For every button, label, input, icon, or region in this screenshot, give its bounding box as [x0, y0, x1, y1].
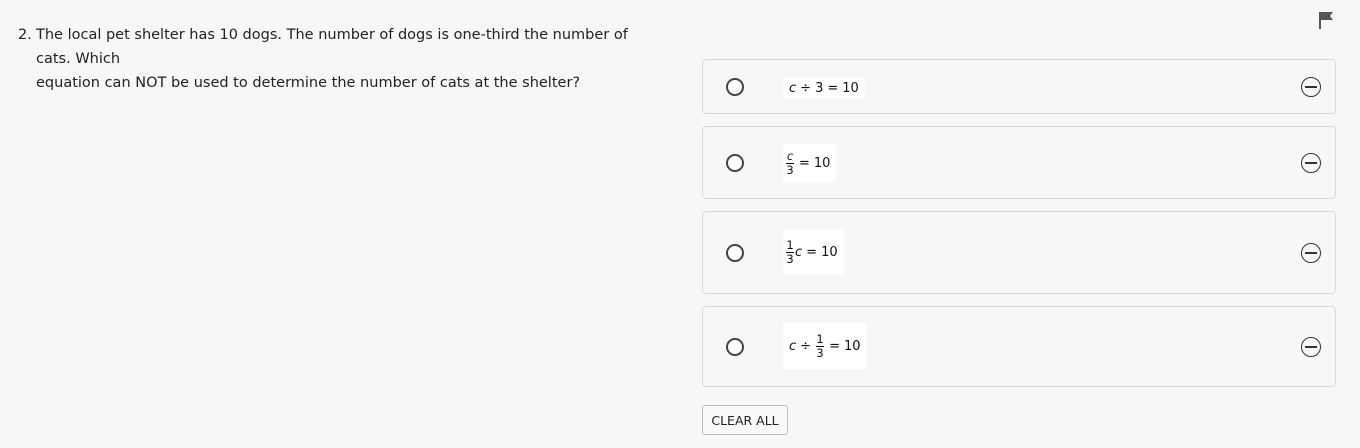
radio-button[interactable]	[726, 338, 744, 356]
radio-button[interactable]	[726, 78, 744, 96]
question-line-2: cats. Which	[36, 51, 121, 67]
question-number: 2.	[18, 27, 32, 43]
question-text: 2. The local pet shelter has 10 dogs. The…	[18, 23, 658, 95]
eliminate-choice-icon[interactable]	[1301, 243, 1321, 263]
fraction: 1 3	[816, 331, 825, 360]
radio-button[interactable]	[726, 154, 744, 172]
equation: c ÷ 3 = 10	[783, 77, 865, 99]
equation: 1 3 c = 10	[783, 229, 844, 275]
radio-button[interactable]	[726, 244, 744, 262]
answer-choice-2[interactable]: c 3 = 10	[702, 126, 1336, 199]
assessment-page: 2. The local pet shelter has 10 dogs. The…	[0, 0, 1360, 448]
fraction: 1 3	[786, 237, 794, 266]
answer-choice-1[interactable]: c ÷ 3 = 10	[702, 59, 1336, 114]
equation: c ÷ 1 3 = 10	[783, 323, 867, 369]
eliminate-choice-icon[interactable]	[1301, 153, 1321, 173]
question-line-3: equation can NOT be used to determine th…	[36, 75, 581, 91]
answer-choice-4[interactable]: c ÷ 1 3 = 10	[702, 306, 1336, 387]
clear-all-button[interactable]: CLEAR ALL	[702, 405, 788, 435]
eliminate-choice-icon[interactable]	[1301, 337, 1321, 357]
fraction: c 3	[786, 148, 794, 177]
equation: c 3 = 10	[783, 144, 837, 182]
answer-choice-3[interactable]: 1 3 c = 10	[702, 211, 1336, 294]
flag-icon[interactable]	[1316, 10, 1336, 30]
question-line-1: The local pet shelter has 10 dogs. The n…	[36, 27, 628, 43]
eliminate-choice-icon[interactable]	[1301, 77, 1321, 97]
